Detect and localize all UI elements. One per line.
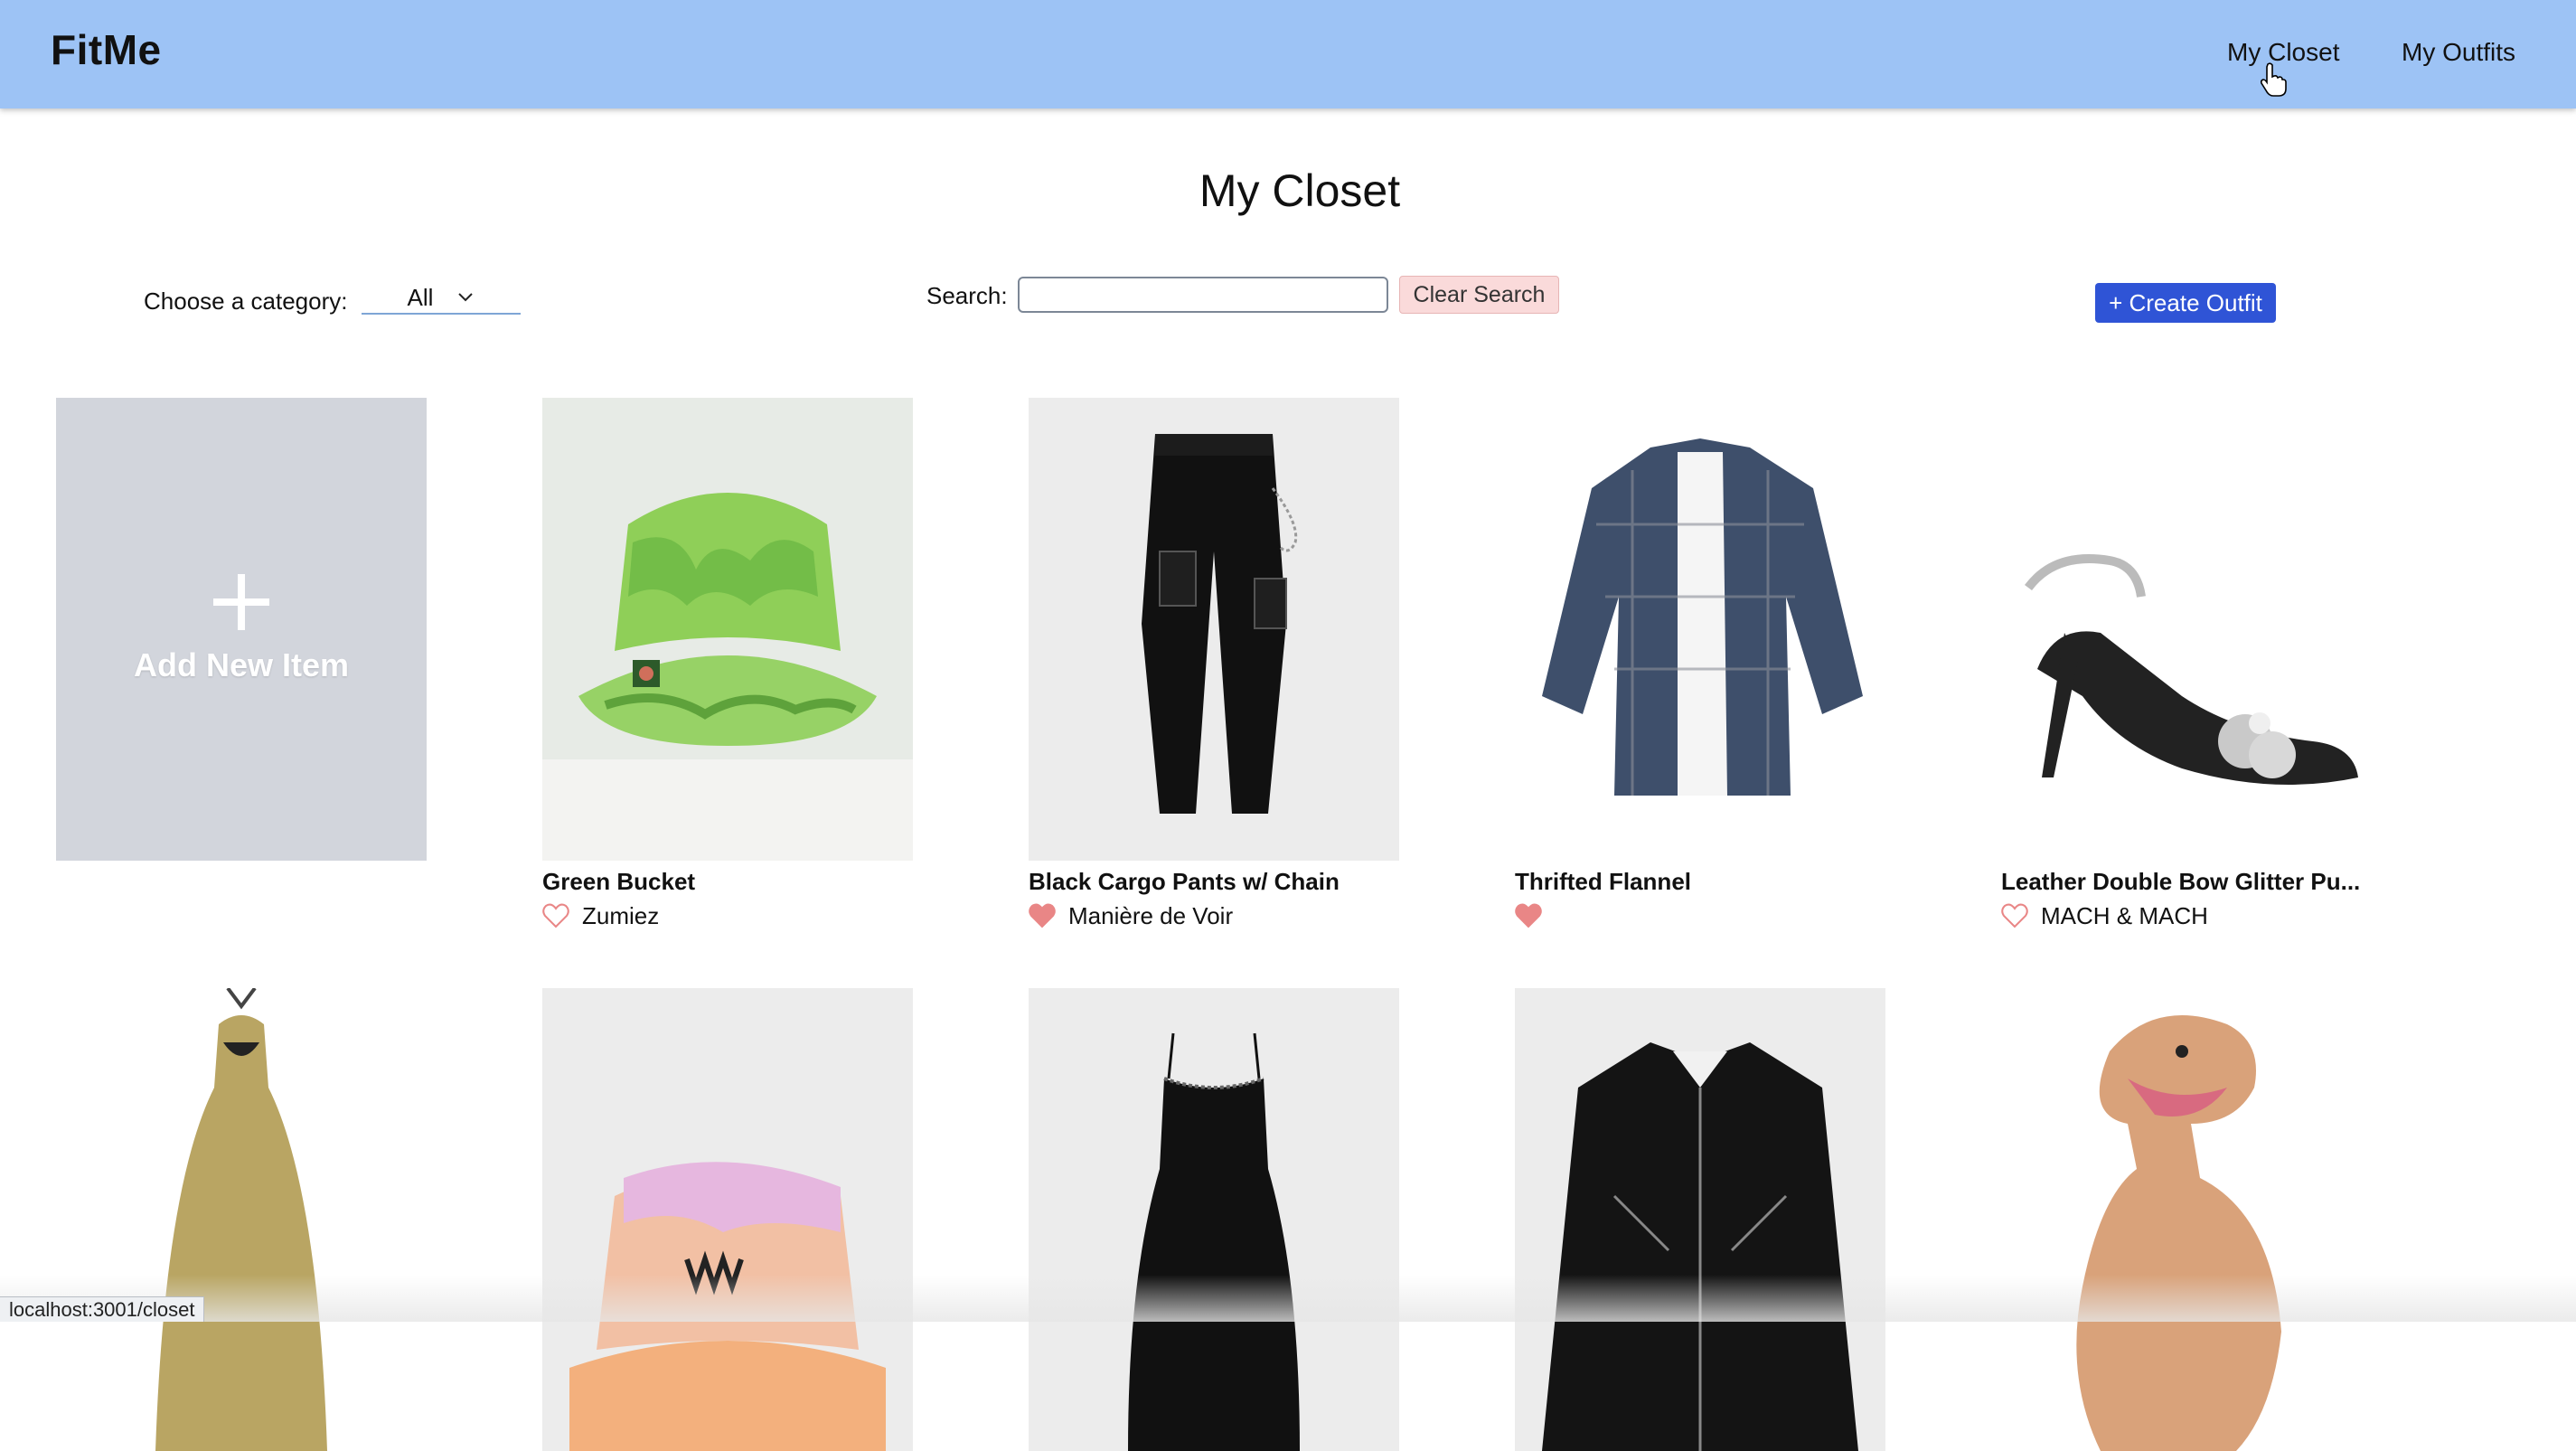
item-brand: Manière de Voir xyxy=(1068,901,1234,929)
clear-search-button[interactable]: Clear Search xyxy=(1399,276,1559,314)
hand-cursor-icon xyxy=(2260,62,2287,97)
closet-item-card[interactable]: Black Cargo Pants w/ Chain Manière de Vo… xyxy=(1029,398,1399,930)
item-meta: Zumiez xyxy=(542,901,913,930)
closet-item-card[interactable] xyxy=(2001,988,2372,1451)
glitter-heel-icon xyxy=(2025,554,2358,785)
item-brand: MACH & MACH xyxy=(2041,901,2208,929)
leather-jacket-icon xyxy=(1542,1042,1858,1451)
item-image[interactable] xyxy=(542,398,913,861)
item-brand: Zumiez xyxy=(582,901,660,929)
item-title: Thrifted Flannel xyxy=(1515,868,1691,895)
plus-icon xyxy=(213,574,269,630)
category-select[interactable]: All xyxy=(362,282,521,315)
category-value: All xyxy=(407,283,434,311)
add-new-item-card[interactable]: Add New Item xyxy=(56,398,427,861)
brand-logo[interactable]: FitMe xyxy=(51,25,162,74)
closet-item-card[interactable] xyxy=(1515,988,1885,1451)
item-image[interactable] xyxy=(2001,398,2372,861)
item-image[interactable] xyxy=(542,988,913,1451)
heart-filled-icon[interactable] xyxy=(1029,903,1056,928)
flannel-shirt-icon xyxy=(1542,438,1863,796)
closet-item-card[interactable]: Thrifted Flannel xyxy=(1515,398,1885,930)
item-image[interactable] xyxy=(56,988,427,1451)
bucket-hat-icon xyxy=(542,493,913,861)
page-title: My Closet xyxy=(1199,165,1401,216)
search-input[interactable] xyxy=(1018,277,1388,313)
closet-item-card[interactable] xyxy=(542,988,913,1451)
browser-status-url: localhost:3001/closet xyxy=(0,1296,205,1322)
item-image[interactable] xyxy=(1029,398,1399,861)
search-label: Search: xyxy=(926,282,1008,309)
create-outfit-button[interactable]: + Create Outfit xyxy=(2095,283,2276,323)
item-meta: Manière de Voir xyxy=(1029,901,1399,930)
tie-dye-bucket-hat-icon xyxy=(569,1162,886,1451)
closet-item-card[interactable]: Leather Double Bow Glitter Pu... MACH & … xyxy=(2001,398,2372,930)
item-meta: MACH & MACH xyxy=(2001,901,2372,930)
heart-outline-icon[interactable] xyxy=(542,903,569,928)
chevron-down-icon xyxy=(458,293,474,302)
item-title: Green Bucket xyxy=(542,868,696,895)
item-meta xyxy=(1515,901,1885,930)
closet-item-card[interactable]: Green Bucket Zumiez xyxy=(542,398,913,930)
bottom-fade xyxy=(0,1275,2576,1322)
item-title: Leather Double Bow Glitter Pu... xyxy=(2001,868,2361,895)
closet-item-card[interactable] xyxy=(56,988,427,1451)
item-image[interactable] xyxy=(1515,398,1885,861)
closet-item-card[interactable] xyxy=(1029,988,1399,1451)
heart-outline-icon[interactable] xyxy=(2001,903,2028,928)
category-label: Choose a category: xyxy=(144,287,348,315)
item-image[interactable] xyxy=(2001,988,2372,1451)
gold-dress-icon xyxy=(155,988,327,1451)
dinosaur-costume-icon xyxy=(2076,1015,2281,1451)
top-navbar: FitMe My Closet My Outfits xyxy=(0,0,2576,108)
item-image[interactable] xyxy=(1515,988,1885,1451)
item-image[interactable] xyxy=(1029,988,1399,1451)
black-dress-icon xyxy=(1128,1032,1300,1451)
add-new-item-label: Add New Item xyxy=(133,646,350,683)
heart-filled-icon[interactable] xyxy=(1515,903,1542,928)
item-title: Black Cargo Pants w/ Chain xyxy=(1029,868,1340,895)
cargo-pants-icon xyxy=(1142,434,1298,814)
nav-my-outfits[interactable]: My Outfits xyxy=(2402,38,2515,67)
